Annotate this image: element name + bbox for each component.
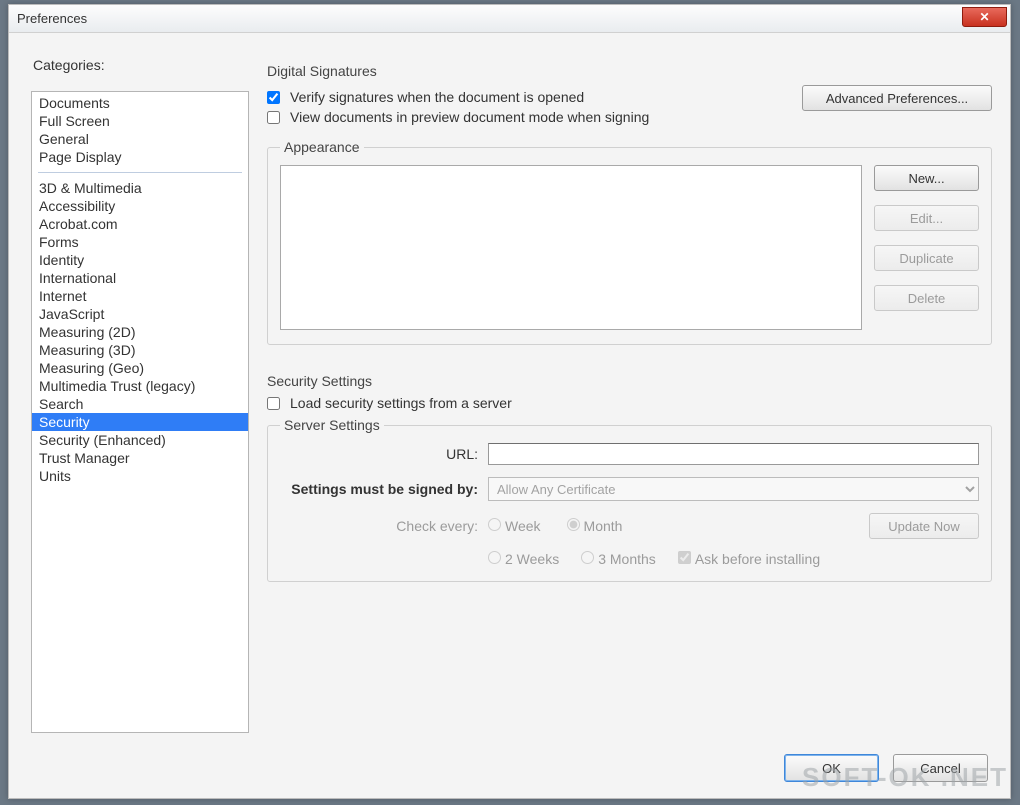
- appearance-delete-button[interactable]: Delete: [874, 285, 979, 311]
- update-now-button[interactable]: Update Now: [869, 513, 979, 539]
- period-month-row[interactable]: Month: [567, 518, 623, 534]
- sidebar-item-page-display[interactable]: Page Display: [32, 148, 248, 166]
- signed-by-select[interactable]: Allow Any Certificate: [488, 477, 979, 501]
- sidebar-item-internet[interactable]: Internet: [32, 287, 248, 305]
- load-settings-label: Load security settings from a server: [290, 395, 512, 411]
- sidebar-item-security-enhanced-[interactable]: Security (Enhanced): [32, 431, 248, 449]
- sidebar-item-full-screen[interactable]: Full Screen: [32, 112, 248, 130]
- dialog-footer: OK Cancel: [9, 748, 1010, 788]
- sidebar-item-international[interactable]: International: [32, 269, 248, 287]
- advanced-preferences-button[interactable]: Advanced Preferences...: [802, 85, 992, 111]
- load-settings-checkbox[interactable]: [267, 397, 280, 410]
- verify-signatures-label: Verify signatures when the document is o…: [290, 89, 584, 105]
- ok-button[interactable]: OK: [784, 754, 879, 782]
- preview-mode-checkbox[interactable]: [267, 111, 280, 124]
- close-icon: ✕: [979, 10, 989, 24]
- period-month-radio[interactable]: [567, 518, 580, 531]
- sidebar-item-security[interactable]: Security: [32, 413, 248, 431]
- period-3months-row[interactable]: 3 Months: [581, 551, 656, 567]
- title-bar: Preferences ✕: [9, 5, 1010, 33]
- security-settings-title: Security Settings: [267, 373, 992, 389]
- appearance-new-button[interactable]: New...: [874, 165, 979, 191]
- signed-by-label: Settings must be signed by:: [280, 481, 488, 497]
- sidebar-separator: [38, 172, 242, 173]
- period-week-row[interactable]: Week: [488, 518, 541, 534]
- server-settings-group: Server Settings URL: Settings must be si…: [267, 417, 992, 582]
- cancel-button[interactable]: Cancel: [893, 754, 988, 782]
- sidebar-item-general[interactable]: General: [32, 130, 248, 148]
- appearance-duplicate-button[interactable]: Duplicate: [874, 245, 979, 271]
- appearance-listbox[interactable]: [280, 165, 862, 330]
- dialog-body: Categories: DocumentsFull ScreenGeneralP…: [21, 43, 998, 743]
- appearance-edit-button[interactable]: Edit...: [874, 205, 979, 231]
- ask-before-checkbox[interactable]: [678, 551, 691, 564]
- digital-signatures-title: Digital Signatures: [267, 63, 992, 79]
- sidebar-item-measuring-geo-[interactable]: Measuring (Geo): [32, 359, 248, 377]
- check-every-label: Check every:: [280, 518, 488, 534]
- verify-signatures-row[interactable]: Verify signatures when the document is o…: [267, 89, 802, 105]
- sidebar-item-forms[interactable]: Forms: [32, 233, 248, 251]
- sidebar-item-javascript[interactable]: JavaScript: [32, 305, 248, 323]
- settings-panel-security: Digital Signatures Verify signatures whe…: [267, 51, 992, 737]
- url-field[interactable]: [488, 443, 979, 465]
- close-button[interactable]: ✕: [962, 7, 1007, 27]
- sidebar-item-measuring-2d-[interactable]: Measuring (2D): [32, 323, 248, 341]
- sidebar-item-measuring-3d-[interactable]: Measuring (3D): [32, 341, 248, 359]
- sidebar-item-acrobat-com[interactable]: Acrobat.com: [32, 215, 248, 233]
- sidebar-item-accessibility[interactable]: Accessibility: [32, 197, 248, 215]
- verify-signatures-checkbox[interactable]: [267, 91, 280, 104]
- sidebar-item-search[interactable]: Search: [32, 395, 248, 413]
- preview-mode-label: View documents in preview document mode …: [290, 109, 649, 125]
- period-2weeks-radio[interactable]: [488, 551, 501, 564]
- period-week-radio[interactable]: [488, 518, 501, 531]
- sidebar-item-trust-manager[interactable]: Trust Manager: [32, 449, 248, 467]
- sidebar-item-units[interactable]: Units: [32, 467, 248, 485]
- digital-signatures-section: Digital Signatures Verify signatures whe…: [267, 63, 992, 345]
- load-settings-row[interactable]: Load security settings from a server: [267, 395, 992, 411]
- sidebar-item-multimedia-trust-legacy-[interactable]: Multimedia Trust (legacy): [32, 377, 248, 395]
- security-settings-section: Security Settings Load security settings…: [267, 373, 992, 582]
- preview-mode-row[interactable]: View documents in preview document mode …: [267, 109, 802, 125]
- appearance-group: Appearance New... Edit... Duplicate Dele…: [267, 139, 992, 345]
- period-2weeks-row[interactable]: 2 Weeks: [488, 551, 559, 567]
- url-label: URL:: [280, 446, 488, 462]
- sidebar-item-identity[interactable]: Identity: [32, 251, 248, 269]
- appearance-title: Appearance: [280, 139, 364, 155]
- sidebar-item-3d-multimedia[interactable]: 3D & Multimedia: [32, 179, 248, 197]
- sidebar-item-documents[interactable]: Documents: [32, 94, 248, 112]
- preferences-dialog: Preferences ✕ Categories: DocumentsFull …: [8, 4, 1011, 799]
- categories-list[interactable]: DocumentsFull ScreenGeneralPage Display 3…: [31, 91, 249, 733]
- window-title: Preferences: [9, 11, 87, 26]
- ask-before-row[interactable]: Ask before installing: [678, 551, 820, 567]
- period-3months-radio[interactable]: [581, 551, 594, 564]
- server-settings-title: Server Settings: [280, 417, 384, 433]
